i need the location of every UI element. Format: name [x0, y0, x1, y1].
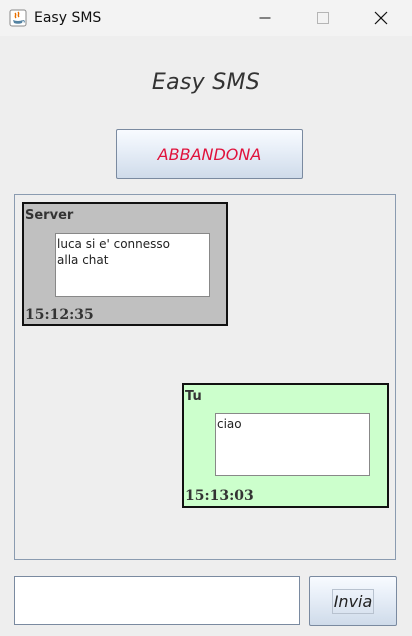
message-text[interactable]: luca si e' connesso alla chat: [55, 233, 210, 297]
message-sender: Server: [25, 208, 74, 223]
message-input[interactable]: [14, 576, 300, 625]
app-heading: Easy SMS: [151, 70, 261, 95]
abandon-button[interactable]: ABBANDONA: [116, 129, 303, 179]
message-bubble-server: Server luca si e' connesso alla chat 15:…: [22, 202, 228, 326]
title-bar[interactable]: Easy SMS: [0, 0, 412, 36]
message-sender: Tu: [185, 389, 202, 404]
send-button[interactable]: Invia: [309, 576, 397, 626]
window-title: Easy SMS: [34, 10, 102, 26]
minimize-icon: [259, 17, 271, 19]
message-time: 15:12:35: [25, 307, 94, 323]
close-icon: [374, 11, 388, 25]
message-text[interactable]: ciao: [215, 413, 370, 476]
message-bubble-self: Tu ciao 15:13:03: [182, 383, 389, 508]
close-button[interactable]: [358, 0, 404, 36]
maximize-button[interactable]: [300, 0, 346, 36]
minimize-button[interactable]: [242, 0, 288, 36]
chat-panel[interactable]: Server luca si e' connesso alla chat 15:…: [14, 194, 396, 560]
send-button-label: Invia: [331, 588, 375, 614]
message-time: 15:13:03: [185, 488, 254, 504]
java-icon[interactable]: [9, 9, 27, 27]
app-window: Easy SMS Easy SMS ABBANDONA Server luca …: [0, 0, 412, 636]
maximize-icon: [317, 12, 329, 24]
